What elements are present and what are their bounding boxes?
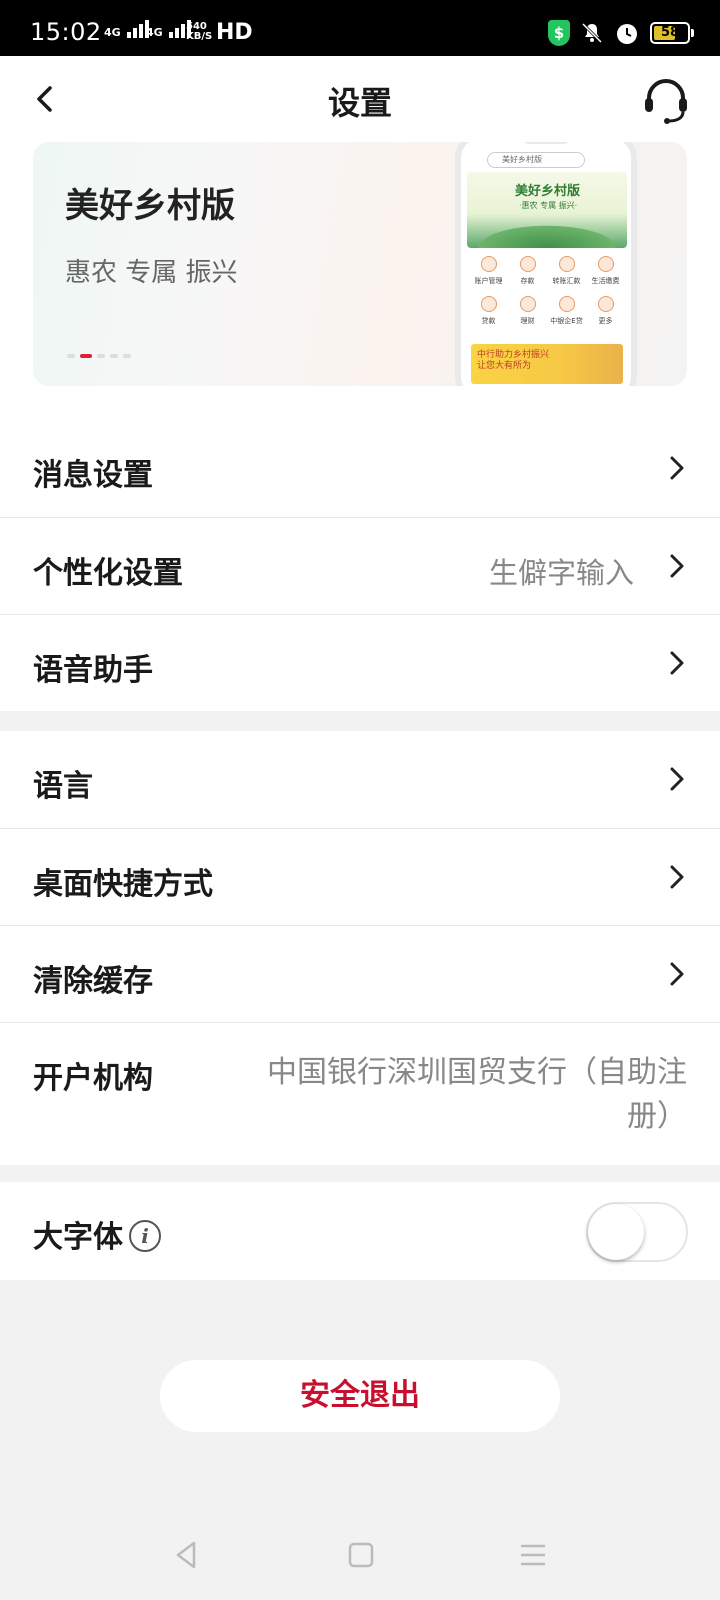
row-label: 桌面快捷方式: [33, 867, 213, 902]
row-label: 清除缓存: [33, 964, 153, 999]
settings-row-large-font: 大字体 i: [0, 1182, 720, 1280]
carousel-dot: [110, 354, 118, 358]
chevron-right-icon: [670, 651, 684, 675]
phone-function-grid: 账户管理 存款 转账汇款 生活缴费 贷款 理财 中银企E贷 更多: [469, 256, 625, 326]
row-label: 语音助手: [33, 653, 153, 688]
chevron-right-icon: [670, 962, 684, 986]
nav-home-icon[interactable]: [346, 1540, 376, 1570]
large-font-toggle[interactable]: [586, 1202, 688, 1262]
settings-row-message[interactable]: 消息设置: [0, 420, 720, 517]
settings-group-2: 语言 桌面快捷方式 清除缓存 开户机构 中国银行深圳国贸支行（自助注册）: [0, 731, 720, 1165]
chevron-right-icon: [670, 865, 684, 889]
phone-hero-image: 美好乡村版 ·惠农 专属 振兴·: [467, 172, 627, 248]
chevron-right-icon: [670, 554, 684, 578]
carousel-dot: [97, 354, 105, 358]
info-icon[interactable]: i: [129, 1219, 161, 1252]
banner-title: 美好乡村版: [65, 186, 235, 226]
page-title: 设置: [327, 84, 392, 122]
branch-value: 中国银行深圳国贸支行（自助注册）: [267, 1055, 687, 1134]
banner-subtitle: 惠农 专属 振兴: [65, 258, 238, 288]
hd-indicator: HD: [216, 20, 253, 45]
settings-row-voice-assistant[interactable]: 语音助手: [0, 614, 720, 711]
settings-group-1: 消息设置 个性化设置 生僻字输入 语音助手: [0, 420, 720, 711]
settings-row-clear-cache[interactable]: 清除缓存: [0, 925, 720, 1022]
phone-mockup-image: 美好乡村版 美好乡村版 ·惠农 专属 振兴· 账户管理 存款 转账汇款 生活缴费…: [455, 142, 637, 386]
status-time: 15:02: [30, 18, 102, 46]
customer-service-headset-icon[interactable]: [640, 74, 692, 126]
network-indicator-1: 4G: [104, 20, 151, 38]
logout-button[interactable]: 安全退出: [160, 1360, 560, 1432]
mute-bell-icon: [581, 22, 603, 44]
chevron-right-icon: [670, 456, 684, 480]
security-shield-icon: $: [548, 20, 570, 46]
battery-icon: 58: [650, 22, 694, 44]
status-bar: 15:02 4G 4G 540 KB/S HD $ 58: [0, 0, 720, 56]
row-label: 个性化设置: [33, 556, 183, 591]
chevron-right-icon: [670, 767, 684, 791]
settings-row-branch: 开户机构 中国银行深圳国贸支行（自助注册）: [0, 1022, 720, 1165]
system-nav-bar: [0, 1512, 720, 1600]
carousel-dot: [123, 354, 131, 358]
alarm-icon: [617, 24, 637, 44]
phone-search-bar: 美好乡村版: [487, 152, 585, 168]
nav-back-icon[interactable]: [172, 1540, 202, 1570]
toggle-knob: [588, 1204, 644, 1260]
carousel-dots: [67, 354, 131, 358]
network-rate: 540 KB/S: [186, 21, 213, 42]
row-value: 生僻字输入: [488, 556, 634, 590]
carousel-dot-active: [80, 354, 92, 358]
row-label: 大字体 i: [33, 1212, 161, 1256]
page-header: 设置: [0, 56, 720, 142]
settings-row-language[interactable]: 语言: [0, 731, 720, 828]
row-label: 语言: [33, 769, 93, 804]
settings-row-personalization[interactable]: 个性化设置 生僻字输入: [0, 517, 720, 614]
row-label: 消息设置: [33, 458, 153, 493]
phone-promo-strip: 中行助力乡村振兴 让您大有所为: [471, 344, 623, 384]
carousel-dot: [67, 354, 75, 358]
row-label: 开户机构: [33, 1061, 153, 1096]
settings-row-desktop-shortcut[interactable]: 桌面快捷方式: [0, 828, 720, 925]
promo-banner[interactable]: 美好乡村版 惠农 专属 振兴 美好乡村版 美好乡村版 ·惠农 专属 振兴· 账户…: [33, 142, 687, 386]
nav-menu-icon[interactable]: [518, 1540, 548, 1570]
banner-section: 美好乡村版 惠农 专属 振兴 美好乡村版 美好乡村版 ·惠农 专属 振兴· 账户…: [0, 142, 720, 420]
settings-group-3: 大字体 i: [0, 1182, 720, 1280]
